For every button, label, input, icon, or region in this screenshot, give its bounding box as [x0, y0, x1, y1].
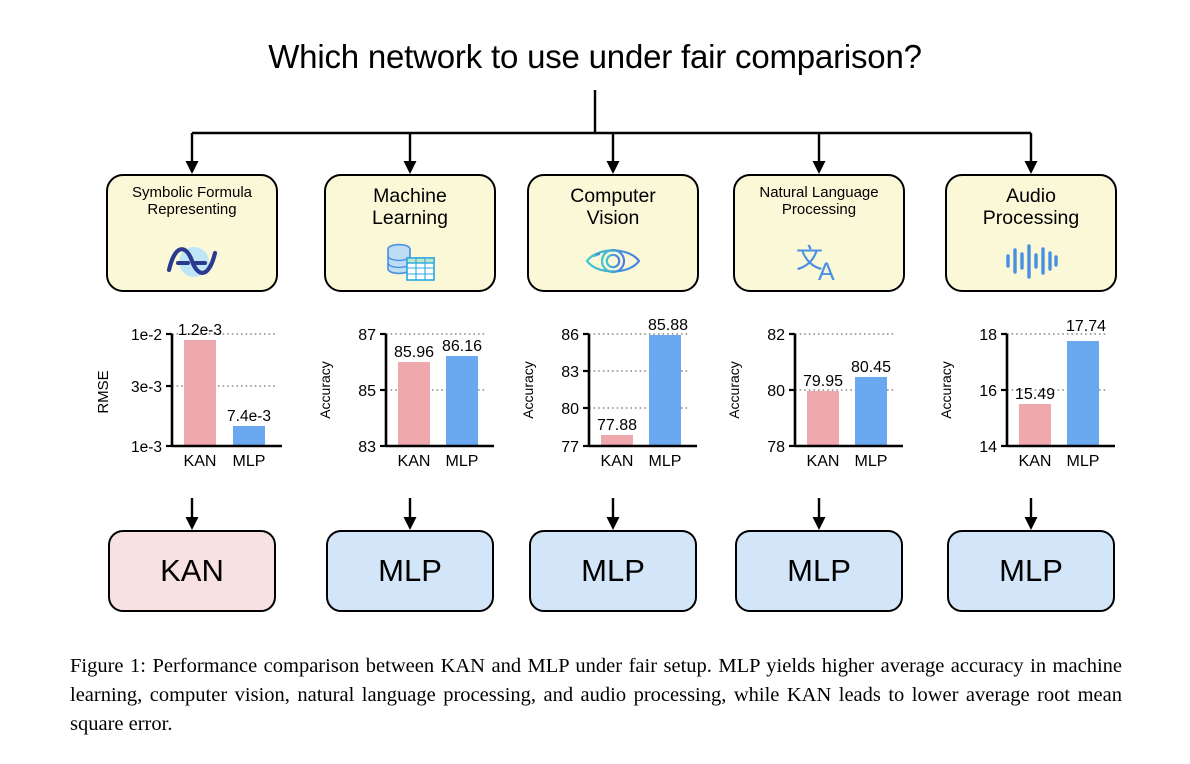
bar-kan — [184, 340, 216, 446]
chart-xtick: MLP — [446, 453, 479, 470]
task-label: Symbolic Formula Representing — [131, 184, 253, 218]
chart-xtick: KAN — [398, 453, 431, 470]
chart-ytick: 14 — [979, 439, 997, 456]
chart-xtick: MLP — [649, 453, 682, 470]
chart-xtick: KAN — [184, 453, 217, 470]
result-label: MLP — [999, 553, 1063, 588]
bar-value-kan: 15.49 — [1015, 386, 1055, 403]
chart-ytick: 80 — [767, 383, 785, 400]
audio-waveform-icon — [1003, 239, 1059, 283]
bar-kan — [1019, 404, 1051, 446]
bar-value-mlp: 85.88 — [648, 317, 688, 334]
chart-computer-vision: Accuracy 86 83 80 77 77.88 85.88 KAN MLP — [513, 314, 713, 474]
chart-xtick: MLP — [1067, 453, 1100, 470]
chart-machine-learning: Accuracy 87 85 83 85.96 86.16 KAN MLP — [310, 314, 510, 474]
bar-value-mlp: 17.74 — [1066, 318, 1106, 335]
result-box-computer-vision[interactable]: MLP — [529, 530, 697, 612]
chart-ytick: 87 — [358, 327, 376, 344]
chart-ytick: 83 — [561, 364, 579, 381]
result-label: MLP — [787, 553, 851, 588]
chart-ytick: 86 — [561, 327, 579, 344]
chart-symbolic-formula: RMSE 1e-2 3e-3 1e-3 1.2e-3 7.4e-3 KAN ML… — [92, 314, 292, 474]
bar-kan — [398, 362, 430, 446]
chart-ytick: 85 — [358, 383, 376, 400]
chart-ylabel: Accuracy — [520, 361, 536, 419]
chart-ylabel: RMSE — [95, 370, 112, 413]
bar-kan — [807, 391, 839, 446]
task-card-symbolic-formula[interactable]: Symbolic Formula Representing — [106, 174, 278, 292]
chart-xtick: MLP — [233, 453, 266, 470]
bar-value-mlp: 7.4e-3 — [227, 408, 271, 425]
task-label: Machine Learning — [372, 185, 448, 230]
task-card-machine-learning[interactable]: Machine Learning — [324, 174, 496, 292]
result-box-audio-processing[interactable]: MLP — [947, 530, 1115, 612]
result-label: KAN — [160, 553, 224, 588]
chart-ylabel: Accuracy — [726, 361, 742, 419]
task-label: Computer Vision — [570, 185, 656, 230]
result-box-machine-learning[interactable]: MLP — [326, 530, 494, 612]
bar-mlp — [855, 377, 887, 446]
chart-ytick: 1e-2 — [131, 327, 162, 344]
bar-value-kan: 77.88 — [597, 417, 637, 434]
task-card-nlp[interactable]: Natural Language Processing 文 A — [733, 174, 905, 292]
bar-mlp — [233, 426, 265, 446]
svg-text:A: A — [818, 258, 835, 282]
result-box-nlp[interactable]: MLP — [735, 530, 903, 612]
chart-ytick: 77 — [561, 439, 579, 456]
chart-xtick: MLP — [855, 453, 888, 470]
chart-ytick: 3e-3 — [131, 379, 162, 396]
task-card-audio-processing[interactable]: Audio Processing — [945, 174, 1117, 292]
bar-value-mlp: 80.45 — [851, 359, 891, 376]
column-computer-vision: Computer Vision Accuracy 86 83 80 77 77.… — [520, 174, 699, 612]
chart-ylabel: Accuracy — [317, 361, 333, 419]
task-card-computer-vision[interactable]: Computer Vision — [527, 174, 699, 292]
bar-value-kan: 85.96 — [394, 344, 434, 361]
column-audio-processing: Audio Processing Accuracy 18 16 14 15.49… — [938, 174, 1117, 612]
result-label: MLP — [581, 553, 645, 588]
chart-ytick: 16 — [979, 383, 997, 400]
chart-ytick: 82 — [767, 327, 785, 344]
bar-value-kan: 1.2e-3 — [178, 322, 222, 339]
result-box-symbolic-formula[interactable]: KAN — [108, 530, 276, 612]
translate-icon: 文 A — [792, 239, 846, 283]
sine-wave-icon — [161, 239, 223, 283]
column-nlp: Natural Language Processing 文 A Accuracy — [726, 174, 905, 612]
bar-mlp — [649, 335, 681, 446]
bar-mlp — [446, 356, 478, 446]
eye-icon — [581, 239, 645, 283]
chart-xtick: KAN — [601, 453, 634, 470]
column-machine-learning: Machine Learning Accuracy 87 85 83 85.96… — [317, 174, 496, 612]
bar-value-kan: 79.95 — [803, 373, 843, 390]
chart-ytick: 1e-3 — [131, 439, 162, 456]
bar-kan — [601, 435, 633, 446]
task-label: Audio Processing — [982, 185, 1080, 230]
chart-ytick: 78 — [767, 439, 785, 456]
chart-ylabel: Accuracy — [938, 361, 954, 419]
figure-title: Which network to use under fair comparis… — [268, 38, 922, 75]
task-label: Natural Language Processing — [759, 184, 879, 218]
chart-audio-processing: Accuracy 18 16 14 15.49 17.74 KAN MLP — [931, 314, 1131, 474]
database-table-icon — [380, 239, 440, 283]
column-symbolic-formula: Symbolic Formula Representing RMSE 1e-2 … — [95, 174, 282, 612]
bar-value-mlp: 86.16 — [442, 338, 482, 355]
chart-xtick: KAN — [807, 453, 840, 470]
figure-container: Which network to use under fair comparis… — [0, 0, 1190, 764]
chart-ytick: 83 — [358, 439, 376, 456]
chart-ytick: 18 — [979, 327, 997, 344]
figure-caption: Figure 1: Performance comparison between… — [70, 655, 1122, 736]
chart-xtick: KAN — [1019, 453, 1052, 470]
chart-ytick: 80 — [561, 401, 579, 418]
result-label: MLP — [378, 553, 442, 588]
chart-nlp: Accuracy 82 80 78 79.95 80.45 KAN MLP — [719, 314, 919, 474]
bar-mlp — [1067, 341, 1099, 446]
